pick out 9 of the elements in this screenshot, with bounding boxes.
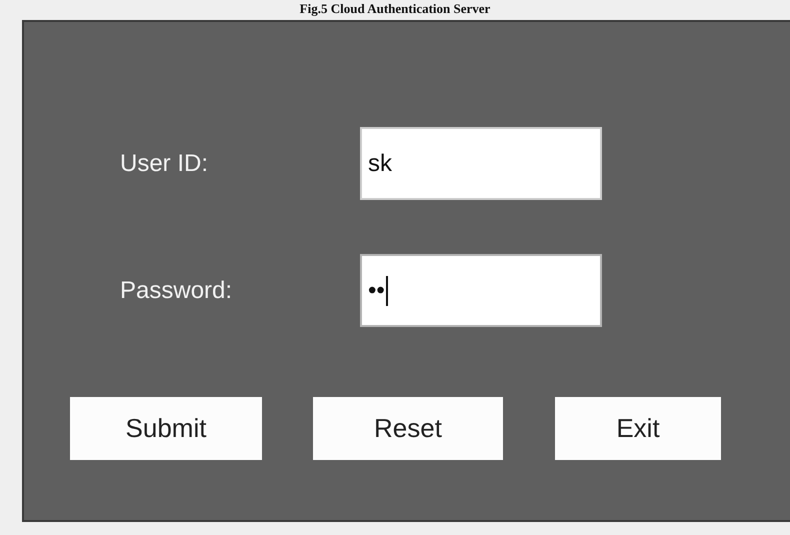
action-button[interactable]: Exit bbox=[555, 397, 721, 460]
field-label: User ID: bbox=[120, 150, 210, 178]
field-label: Password: bbox=[120, 276, 234, 304]
action-button[interactable]: Reset bbox=[313, 397, 503, 460]
input-field[interactable]: •• bbox=[360, 254, 602, 327]
figure-caption: Fig.5 Cloud Authentication Server bbox=[298, 2, 492, 16]
text-cursor bbox=[386, 276, 388, 306]
input-field[interactable]: sk bbox=[360, 127, 602, 200]
action-button[interactable]: Submit bbox=[70, 397, 262, 460]
